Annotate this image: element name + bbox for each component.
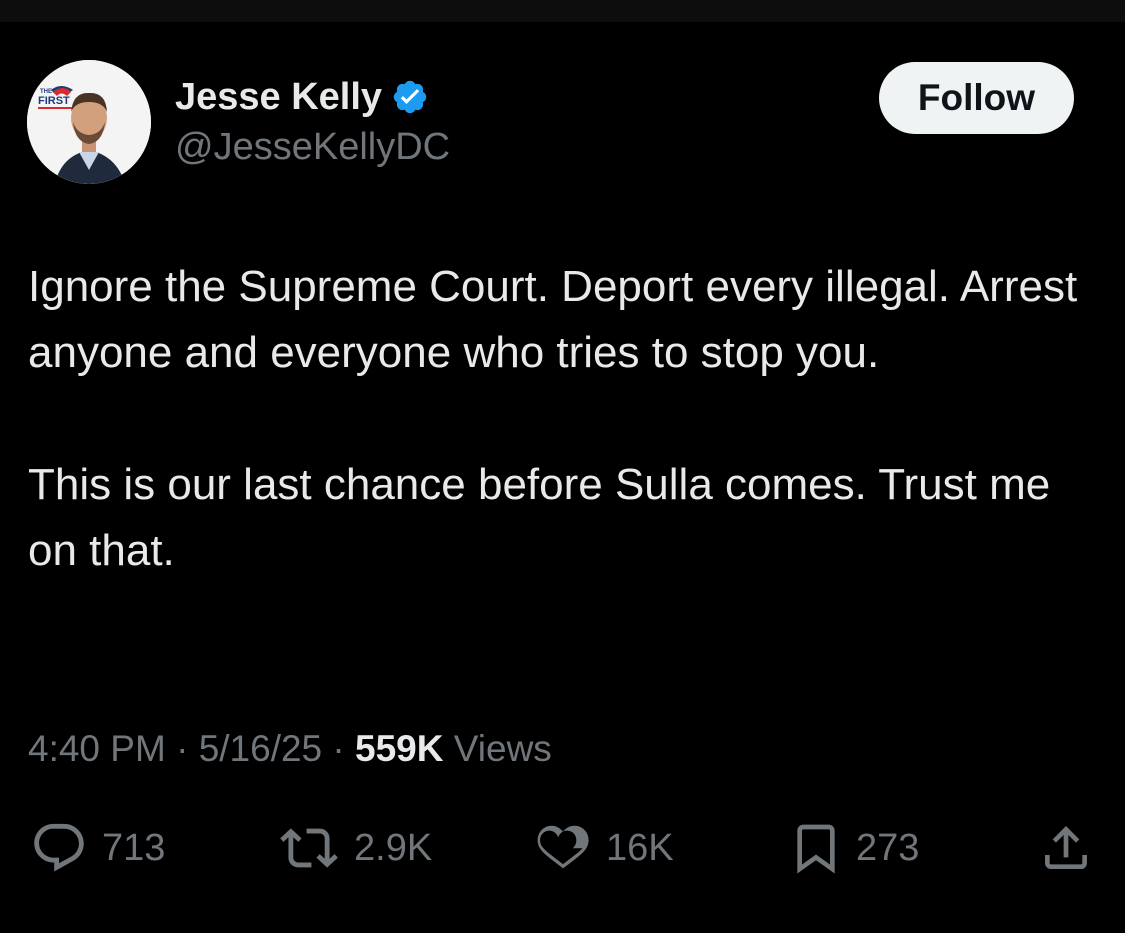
reply-icon [34,823,84,872]
meta-separator: · [332,728,345,769]
author-handle[interactable]: @JesseKellyDC [175,124,450,170]
reply-count: 713 [102,827,166,869]
views-count: 559K [355,728,444,769]
svg-text:FIRST: FIRST [38,95,70,107]
views-label: Views [453,728,552,769]
bookmark-button[interactable]: 273 [788,818,919,878]
tweet-meta: 4:40 PM · 5/16/25 · 559K Views [28,726,552,772]
reply-button[interactable]: 713 [28,818,165,878]
avatar[interactable]: THE FIRST [27,60,151,184]
tweet-paragraph: This is our last chance before Sulla com… [28,460,1051,575]
tweet-time[interactable]: 4:40 PM [28,728,166,769]
action-bar: 713 2.9K 16K 273 [0,818,1125,878]
repost-icon [280,828,338,868]
repost-count: 2.9K [354,827,433,869]
bookmark-count: 273 [856,827,920,869]
meta-separator: · [176,728,189,769]
tweet-date[interactable]: 5/16/25 [199,728,322,769]
tweet-card: THE FIRST Jesse Kelly @JesseKellyDC Foll… [0,22,1125,933]
follow-button[interactable]: Follow [879,62,1074,134]
bookmark-icon [797,824,835,874]
heart-icon [537,825,589,869]
share-icon [1045,826,1087,869]
like-button[interactable]: 16K [532,818,674,878]
repost-button[interactable]: 2.9K [276,818,432,878]
tweet-paragraph: Ignore the Supreme Court. Deport every i… [28,262,1078,377]
avatar-logo: THE FIRST [38,86,73,109]
verified-badge-icon [391,78,429,116]
author-display-name[interactable]: Jesse Kelly [175,74,382,120]
tweet-text: Ignore the Supreme Court. Deport every i… [28,254,1088,584]
top-strip [0,0,1125,22]
share-button[interactable] [1038,818,1094,878]
like-count: 16K [606,827,674,869]
author-name-row: Jesse Kelly [175,74,429,120]
